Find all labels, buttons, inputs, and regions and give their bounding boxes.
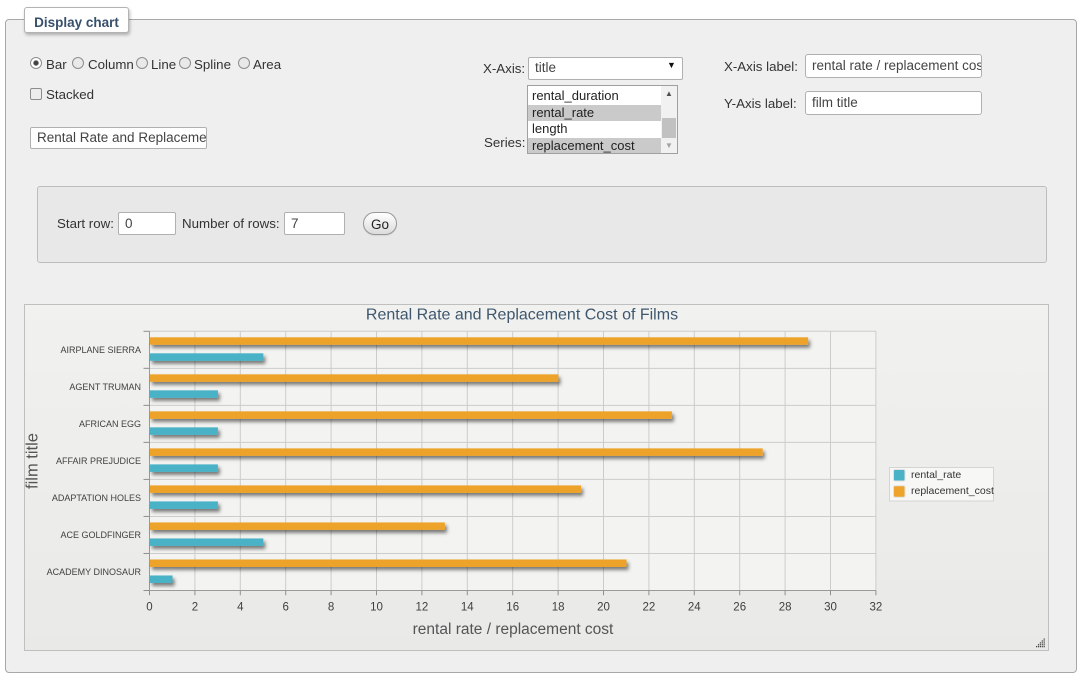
svg-text:18: 18: [552, 602, 565, 614]
svg-text:ADAPTATION HOLES: ADAPTATION HOLES: [52, 493, 141, 503]
svg-text:rental rate / replacement cost: rental rate / replacement cost: [413, 621, 614, 638]
svg-text:10: 10: [370, 602, 383, 614]
svg-text:ACE GOLDFINGER: ACE GOLDFINGER: [60, 530, 141, 540]
svg-text:12: 12: [416, 602, 429, 614]
svg-text:30: 30: [824, 602, 837, 614]
svg-text:20: 20: [597, 602, 610, 614]
svg-text:4: 4: [237, 602, 244, 614]
svg-text:14: 14: [461, 602, 474, 614]
svg-text:6: 6: [282, 602, 288, 614]
svg-text:AIRPLANE SIERRA: AIRPLANE SIERRA: [60, 345, 141, 355]
svg-text:24: 24: [688, 602, 701, 614]
svg-text:Rental Rate and Replacement Co: Rental Rate and Replacement Cost of Film…: [366, 307, 678, 324]
svg-text:AGENT TRUMAN: AGENT TRUMAN: [69, 382, 141, 392]
svg-text:8: 8: [328, 602, 334, 614]
svg-text:28: 28: [779, 602, 792, 614]
svg-text:26: 26: [733, 602, 746, 614]
svg-text:16: 16: [506, 602, 519, 614]
svg-text:ACADEMY DINOSAUR: ACADEMY DINOSAUR: [47, 567, 142, 577]
svg-text:rental_rate: rental_rate: [911, 469, 961, 481]
svg-text:2: 2: [192, 602, 198, 614]
svg-text:AFFAIR PREJUDICE: AFFAIR PREJUDICE: [56, 456, 141, 466]
svg-text:AFRICAN EGG: AFRICAN EGG: [79, 419, 141, 429]
svg-text:film title: film title: [24, 433, 42, 489]
svg-text:replacement_cost: replacement_cost: [911, 485, 994, 497]
svg-text:22: 22: [643, 602, 656, 614]
svg-text:32: 32: [870, 602, 883, 614]
svg-text:0: 0: [146, 602, 152, 614]
